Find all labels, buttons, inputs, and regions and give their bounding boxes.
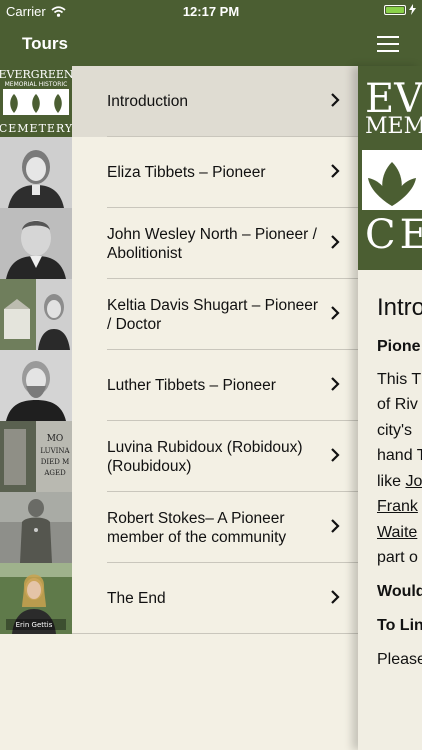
detail-link[interactable]: Waite	[377, 524, 417, 542]
logo-line1: EVERGREEN	[0, 68, 72, 81]
tour-label: Robert Stokes– A Pioneer member of the c…	[107, 509, 287, 546]
clock: 12:17 PM	[182, 4, 240, 19]
chevron-right-icon	[331, 93, 340, 107]
detail-para-text: like	[377, 473, 406, 490]
tour-row-eliza-tibbets[interactable]: Eliza Tibbets – Pioneer	[0, 137, 358, 208]
row-divider	[72, 633, 358, 634]
detail-logo: EVER MEMO CEM	[358, 66, 422, 270]
chevron-right-icon	[331, 306, 340, 320]
tour-row-introduction[interactable]: EVERGREEN MEMORIAL HISTORIC CEMETERY Int…	[0, 66, 358, 137]
battery-icon	[384, 4, 406, 15]
detail-link[interactable]: Jo	[405, 473, 422, 490]
detail-para-line: like Jo	[377, 473, 422, 491]
chevron-right-icon	[331, 235, 340, 249]
tour-label: Keltia Davis Shugart – Pioneer / Doctor	[107, 296, 319, 333]
tour-list: EVERGREEN MEMORIAL HISTORIC CEMETERY Int…	[0, 66, 358, 750]
tour-label: Introduction	[107, 93, 188, 110]
chevron-right-icon	[331, 590, 340, 604]
chevron-right-icon	[331, 377, 340, 391]
tour-label: Luvina Rubidoux (Robidoux) (Roubidoux)	[107, 438, 303, 475]
tour-label: The End	[107, 590, 166, 607]
headstone-text-4: AGED	[43, 469, 66, 477]
detail-logo-emblem	[362, 150, 422, 210]
detail-para-line: This T	[377, 371, 422, 388]
tour-row-robert-stokes[interactable]: Robert Stokes– A Pioneer member of the c…	[0, 492, 358, 563]
detail-para-line: hand T	[377, 447, 422, 464]
detail-logo-line2: MEMO	[365, 114, 422, 139]
portrait-thumb	[0, 137, 72, 208]
menu-icon[interactable]	[377, 36, 399, 52]
detail-subheading: To Lin	[377, 617, 422, 634]
portrait-thumb	[0, 350, 72, 421]
portrait-thumb	[0, 279, 72, 350]
chevron-right-icon	[331, 519, 340, 533]
tour-label: John Wesley North – Pioneer / Abolitioni…	[107, 225, 317, 262]
detail-link[interactable]: Frank	[377, 498, 418, 516]
detail-instruction: Please	[377, 651, 422, 668]
detail-panel[interactable]: EVER MEMO CEM Intro Pione This T of Riv …	[358, 66, 422, 750]
detail-para-line: of Riv	[377, 396, 418, 413]
headstone-thumb: MO LUVINA DIED M AGED	[0, 421, 72, 492]
tour-row-keltia-davis-shugart[interactable]: Keltia Davis Shugart – Pioneer / Doctor	[0, 279, 358, 350]
evergreen-logo-thumb: EVERGREEN MEMORIAL HISTORIC CEMETERY	[0, 66, 72, 137]
detail-title: Intro	[377, 294, 422, 321]
tour-row-luther-tibbets[interactable]: Luther Tibbets – Pioneer	[0, 350, 358, 421]
nav-bar: Tours	[0, 22, 422, 66]
status-bar: Carrier 12:17 PM	[0, 0, 422, 22]
tour-row-luvina-rubidoux[interactable]: MO LUVINA DIED M AGED Luvina Rubidoux (R…	[0, 421, 358, 492]
page-title: Tours	[22, 34, 68, 53]
detail-logo-line3: CEM	[365, 212, 422, 258]
chevron-right-icon	[331, 448, 340, 462]
tour-row-the-end[interactable]: Erin Gettis The End	[0, 563, 358, 634]
tour-label: Luther Tibbets – Pioneer	[107, 377, 276, 394]
portrait-thumb	[0, 208, 72, 279]
headstone-text-3: DIED M	[41, 458, 70, 466]
tour-row-john-wesley-north[interactable]: John Wesley North – Pioneer / Abolitioni…	[0, 208, 358, 279]
statue-thumb	[0, 492, 72, 563]
detail-question: Would	[377, 583, 422, 600]
logo-line2: MEMORIAL HISTORIC	[5, 81, 68, 88]
chevron-right-icon	[331, 164, 340, 178]
logo-line3: CEMETERY	[0, 122, 72, 135]
battery-level	[386, 6, 404, 13]
video-caption: Erin Gettis	[16, 621, 53, 629]
tour-label: Eliza Tibbets – Pioneer	[107, 164, 266, 181]
detail-para-line: city's	[377, 422, 413, 439]
headstone-text-1: MO	[47, 434, 64, 444]
charging-icon	[409, 4, 416, 15]
detail-para-line: part o	[377, 549, 418, 566]
detail-heading: Pione	[377, 338, 421, 355]
headstone-text-2: LUVINA	[40, 447, 70, 455]
video-thumb: Erin Gettis	[0, 563, 72, 634]
